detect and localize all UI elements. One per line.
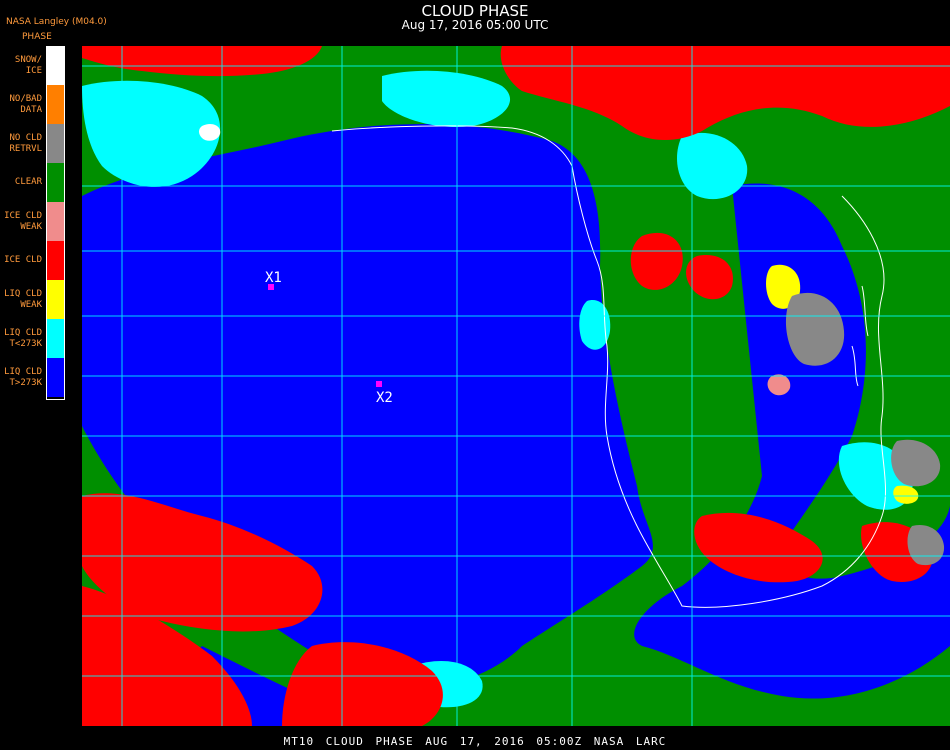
legend-swatch [46, 163, 65, 202]
legend-label-line: CLEAR [14, 177, 42, 187]
legend-swatch [46, 319, 65, 358]
legend-swatch [46, 241, 65, 280]
legend-swatch [46, 46, 65, 85]
legend-item-ice-cloud-weak: ICE CLD WEAK [0, 202, 66, 241]
marker-x2-label: X2 [376, 390, 393, 406]
marker-x1-label: X1 [265, 270, 282, 286]
marker-x2-point [376, 381, 382, 387]
legend-item-ice-cloud: ICE CLD [0, 241, 66, 280]
legend-label-line: ICE CLD [4, 255, 42, 265]
legend-label-line: WEAK [20, 221, 42, 232]
legend-label-line: LIQ CLD [4, 327, 42, 338]
legend-title: PHASE [22, 32, 52, 42]
legend-label-line: RETRVL [9, 143, 42, 154]
legend-swatch [46, 358, 65, 397]
legend-label-line: NO CLD [9, 132, 42, 143]
legend-label-line: WEAK [20, 299, 42, 310]
legend-item-no-cloud-retrieval: NO CLD RETRVL [0, 124, 66, 163]
footer-caption: MT10 CLOUD PHASE AUG 17, 2016 05:00Z NAS… [283, 735, 667, 748]
cloud-phase-map[interactable]: X1 X2 [82, 46, 950, 726]
legend-item-no-bad-data: NO/BAD DATA [0, 85, 66, 124]
legend-item-liquid-cloud-warm: LIQ CLD T>273K [0, 358, 66, 397]
legend-label-line: ICE [25, 65, 42, 76]
legend-label-line: NO/BAD [9, 93, 42, 104]
legend-label-line: DATA [20, 104, 42, 115]
legend-item-clear: CLEAR [0, 163, 66, 202]
legend-swatch [46, 85, 65, 124]
legend-label-line: T<273K [9, 338, 42, 349]
legend-item-liquid-cloud-cold: LIQ CLD T<273K [0, 319, 66, 358]
legend-label-line: LIQ CLD [4, 288, 42, 299]
map-date: Aug 17, 2016 05:00 UTC [401, 18, 549, 32]
legend-label-line: ICE CLD [4, 210, 42, 221]
legend-swatch [46, 280, 65, 319]
legend-item-liquid-cloud-weak: LIQ CLD WEAK [0, 280, 66, 319]
legend-swatch [46, 202, 65, 241]
legend-swatch [46, 124, 65, 163]
legend-label-line: T>273K [9, 377, 42, 388]
legend-label-line: LIQ CLD [4, 366, 42, 377]
producer-label: NASA Langley (M04.0) [6, 17, 107, 27]
phase-legend: SNOW/ ICE NO/BAD DATA NO CLD RETRVL CLEA… [0, 46, 66, 397]
legend-item-snow-ice: SNOW/ ICE [0, 46, 66, 85]
legend-label-line: SNOW/ [14, 54, 42, 65]
